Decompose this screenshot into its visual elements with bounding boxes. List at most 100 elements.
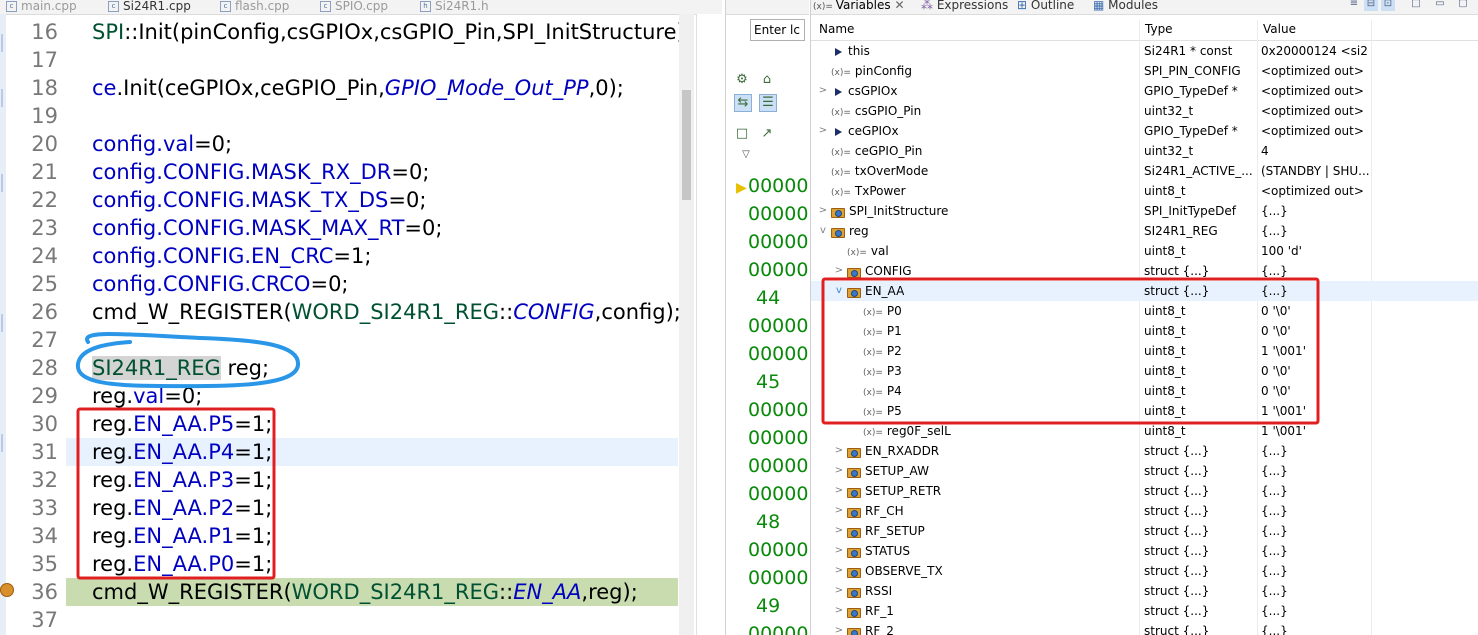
column-type-header[interactable]: Type (1145, 22, 1173, 36)
disassembly-row[interactable]: 00000 (748, 256, 809, 284)
tab-outline[interactable]: ⊞ Outline (1017, 0, 1074, 13)
variable-row[interactable]: (x)= P1 uint8_t 0 '\0' (811, 321, 1478, 341)
chevron-right-icon[interactable]: > (817, 81, 829, 101)
variable-row[interactable]: > EN_RXADDR struct {...} {...} (811, 441, 1478, 461)
variable-row[interactable]: (x)= pinConfig SPI_PIN_CONFIG <optimized … (811, 61, 1478, 81)
disassembly-row[interactable]: 00000 (748, 340, 809, 368)
disassembly-row[interactable]: 00000 (748, 396, 809, 424)
variable-row[interactable]: > STATUS struct {...} {...} (811, 541, 1478, 561)
variable-row[interactable]: > SPI_InitStructure SPI_InitTypeDef {...… (811, 201, 1478, 221)
home-icon[interactable]: ⌂ (759, 72, 775, 88)
variable-row[interactable]: (x)= ceGPIO_Pin uint32_t 4 (811, 141, 1478, 161)
variable-row[interactable]: > RF_1 struct {...} {...} (811, 601, 1478, 621)
disassembly-source-line[interactable]: 44 (756, 284, 809, 312)
disassembly-row[interactable]: 00000 (748, 536, 809, 564)
variable-row[interactable]: > RSSI struct {...} {...} (811, 581, 1478, 601)
view-menu-icon[interactable]: □ (1409, 0, 1423, 11)
chevron-right-icon[interactable]: > (817, 121, 829, 141)
variable-row[interactable]: > csGPIOx GPIO_TypeDef * <optimized out> (811, 81, 1478, 101)
line-number-gutter[interactable]: 16 17 18 19 20 21 22 23 24 25 26 27 28 2… (8, 14, 66, 635)
collapse-all-icon[interactable]: ⊡ (1381, 0, 1395, 11)
variable-row[interactable]: v reg SI24R1_REG {...} (811, 221, 1478, 241)
variable-row[interactable]: (x)= P0 uint8_t 0 '\0' (811, 301, 1478, 321)
tab-si24r1-h[interactable]: h Si24R1.h (420, 0, 489, 14)
disassembly-row[interactable]: 00000 (748, 480, 809, 508)
disassembly-view[interactable]: Enter lc ⚙ ⌂ ⇆ ☰ □ ↗ ▽ ▶ 00000 00000 000… (725, 0, 809, 635)
variable-row[interactable]: (x)= val uint8_t 100 'd' (811, 241, 1478, 261)
code-line-28: SI24R1_REG reg; (92, 356, 270, 380)
disassembly-row[interactable]: 00000 (748, 312, 809, 340)
chevron-right-icon[interactable]: > (817, 201, 829, 221)
variable-row[interactable]: (x)= P5 uint8_t 1 '\001' (811, 401, 1478, 421)
disassembly-source-line[interactable]: 48 (756, 508, 809, 536)
close-icon[interactable]: ✕ (894, 0, 904, 12)
variable-row[interactable]: > OBSERVE_TX struct {...} {...} (811, 561, 1478, 581)
column-value-header[interactable]: Value (1263, 22, 1296, 36)
maximize-icon[interactable]: ▢ (1456, 0, 1470, 11)
disassembly-row[interactable]: 00000 (748, 424, 809, 452)
disassembly-source-line[interactable]: 45 (756, 368, 809, 396)
variable-row[interactable]: (x)= P4 uint8_t 0 '\0' (811, 381, 1478, 401)
variable-row[interactable]: > ceGPIOx GPIO_TypeDef * <optimized out> (811, 121, 1478, 141)
show-type-names-icon[interactable]: ≡ (1347, 0, 1361, 11)
editor-scrollbar-thumb[interactable] (682, 90, 691, 200)
variable-row[interactable]: (x)= P3 uint8_t 0 '\0' (811, 361, 1478, 381)
disassembly-row[interactable]: 00000 (748, 620, 809, 635)
chevron-right-icon[interactable]: > (833, 481, 845, 501)
tab-main-cpp[interactable]: c main.cpp (6, 0, 77, 14)
chevron-right-icon[interactable]: > (833, 501, 845, 521)
chevron-right-icon[interactable]: > (833, 461, 845, 481)
disassembly-row[interactable]: 00000 (748, 564, 809, 592)
tab-expressions[interactable]: ⁂ Expressions (921, 0, 1008, 13)
variable-row[interactable]: (x)= TxPower uint8_t <optimized out> (811, 181, 1478, 201)
link-with-editor-icon[interactable]: ⇆ (734, 94, 752, 112)
minimize-icon[interactable]: ▭ (1433, 0, 1447, 11)
show-logical-structure-icon[interactable]: ⊟ (1364, 0, 1378, 11)
disassembly-row[interactable]: 00000 (748, 452, 809, 480)
variable-row[interactable]: > RF_2 struct {...} {...} (811, 621, 1478, 635)
chevron-right-icon[interactable]: > (833, 581, 845, 601)
variable-row[interactable]: (x)= csGPIO_Pin uint32_t <optimized out> (811, 101, 1478, 121)
tab-variables[interactable]: (x)= Variables ✕ (813, 0, 905, 13)
chevron-right-icon[interactable]: > (833, 601, 845, 621)
tab-modules[interactable]: ▦ Modules (1093, 0, 1158, 13)
chevron-right-icon[interactable]: > (833, 521, 845, 541)
variable-row[interactable]: (x)= reg0F_selL uint8_t 1 '\001' (811, 421, 1478, 441)
variable-row[interactable]: > SETUP_AW struct {...} {...} (811, 461, 1478, 481)
pointer-icon (835, 87, 842, 96)
chevron-down-icon[interactable]: v (833, 281, 845, 301)
variables-view[interactable]: (x)= Variables ✕ ⁂ Expressions ⊞ Outline… (810, 0, 1478, 635)
variable-row[interactable]: > RF_SETUP struct {...} {...} (811, 521, 1478, 541)
variable-row[interactable]: > RF_CH struct {...} {...} (811, 501, 1478, 521)
variable-row[interactable]: (x)= txOverMode Si24R1_ACTIVE_... (STANDB… (811, 161, 1478, 181)
chevron-right-icon[interactable]: > (833, 561, 845, 581)
chevron-right-icon[interactable]: > (833, 621, 845, 635)
disassembly-row[interactable]: 00000 (748, 172, 809, 200)
tab-spio-cpp[interactable]: c SPIO.cpp (320, 0, 388, 14)
go-to-pc-icon[interactable]: ⚙ (734, 72, 750, 88)
tab-flash-cpp[interactable]: c flash.cpp (220, 0, 289, 14)
chevron-down-icon[interactable]: v (817, 221, 829, 241)
breakpoint-marker-icon[interactable] (0, 583, 14, 597)
chevron-right-icon[interactable]: > (833, 441, 845, 461)
export-icon[interactable]: ↗ (759, 126, 775, 142)
variable-row[interactable]: (x)= P2 uint8_t 1 '\001' (811, 341, 1478, 361)
variable-icon: (x)= (831, 68, 851, 78)
show-source-icon[interactable]: ☰ (759, 94, 777, 112)
disassembly-source-line[interactable]: 49 (756, 592, 809, 620)
disassembly-row[interactable]: 00000 (748, 200, 809, 228)
variable-row-selected[interactable]: v EN_AA struct {...} {...} (811, 281, 1478, 301)
tab-si24r1-cpp[interactable]: c Si24R1.cpp (108, 0, 191, 14)
disassembly-row[interactable]: 00000 (748, 228, 809, 256)
collapse-icon[interactable]: □ (734, 126, 750, 142)
variable-row[interactable]: this Si24R1 * const 0x20000124 <si2... (811, 41, 1478, 61)
chevron-right-icon[interactable]: > (833, 541, 845, 561)
column-name-header[interactable]: Name (819, 22, 854, 36)
view-menu-icon[interactable]: ▽ (738, 147, 754, 163)
chevron-right-icon[interactable]: > (833, 261, 845, 281)
code-area[interactable]: SPI::Init(pinConfig,csGPIOx,csGPIO_Pin,S… (66, 14, 692, 635)
variable-row[interactable]: > CONFIG struct {...} {...} (811, 261, 1478, 281)
variable-row[interactable]: > SETUP_RETR struct {...} {...} (811, 481, 1478, 501)
address-input[interactable]: Enter lc (750, 19, 805, 41)
code-editor[interactable]: c main.cpp c Si24R1.cpp c flash.cpp c SPIO.c… (0, 0, 722, 635)
